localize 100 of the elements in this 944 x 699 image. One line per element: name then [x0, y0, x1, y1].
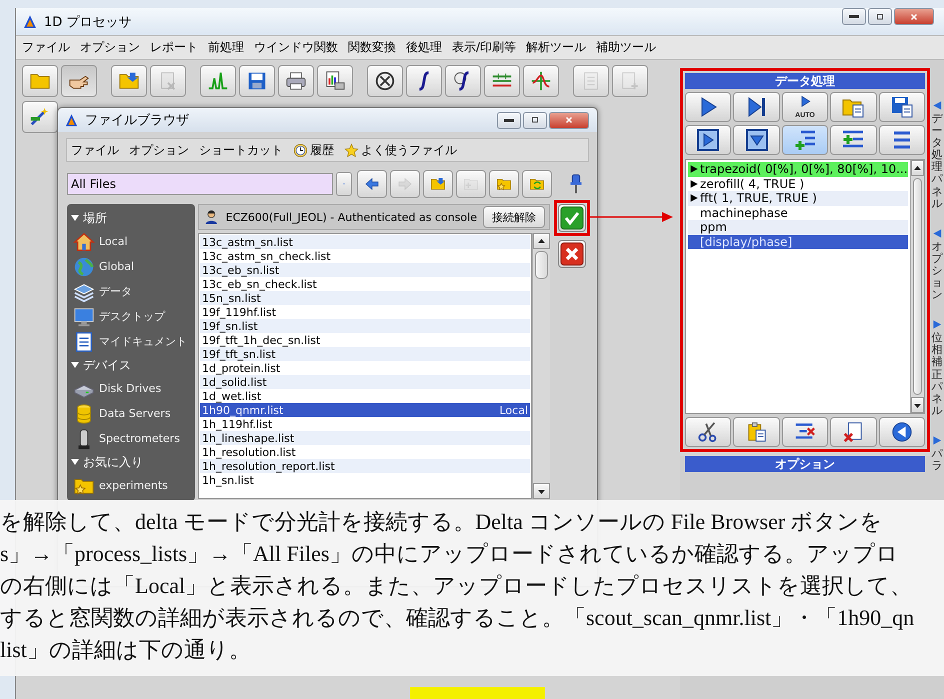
panel-button[interactable] [685, 125, 732, 155]
process-step-row[interactable]: [display/phase] [688, 234, 908, 249]
menu-item[interactable]: ファイル [22, 39, 70, 56]
place-item[interactable]: Disk Drives [99, 382, 162, 395]
panel-toggle-icon[interactable] [932, 100, 942, 111]
expand-triangle-icon[interactable] [71, 215, 79, 221]
dropdown-button[interactable] [336, 172, 352, 196]
scrollbar[interactable] [910, 160, 924, 413]
file-row[interactable]: 1h_sn.list [200, 473, 530, 487]
file-row[interactable]: 1h_lineshape.list [200, 431, 530, 445]
panel-button[interactable] [878, 417, 926, 447]
menu-item[interactable]: 補助ツール [596, 39, 656, 56]
menu-item[interactable]: 表示/印刷等 [452, 39, 516, 56]
file-row[interactable]: 15n_sn.list [200, 291, 530, 305]
panel-button[interactable] [878, 125, 926, 155]
file-row[interactable]: 1d_wet.list [200, 389, 530, 403]
panel-button[interactable] [733, 417, 780, 447]
nav-button[interactable] [522, 170, 552, 198]
file-row[interactable]: 19f_tft_sn.list [200, 347, 530, 361]
minimize-button[interactable] [497, 112, 521, 128]
file-row[interactable]: 19f_119hf.list [200, 305, 530, 319]
file-row[interactable]: 1h_resolution_report.list [200, 459, 530, 473]
scrollbar[interactable] [532, 233, 550, 499]
panel-button[interactable] [733, 92, 780, 122]
place-item[interactable]: Global [99, 260, 134, 273]
place-item[interactable]: Spectrometers [99, 432, 180, 445]
menu-item[interactable]: 履歴 [310, 142, 334, 158]
panel-button[interactable] [685, 92, 732, 122]
nav-button[interactable] [423, 170, 453, 198]
panel-button[interactable] [830, 125, 877, 155]
menu-item[interactable]: レポート [150, 39, 198, 56]
minimize-button[interactable] [842, 8, 866, 25]
expand-triangle-icon[interactable] [71, 459, 79, 465]
process-step-row[interactable]: zerofill( 4, TRUE ) [688, 176, 908, 191]
menu-item[interactable]: ショートカット [199, 142, 283, 158]
play-box-icon [696, 128, 720, 152]
file-row[interactable]: 13c_eb_sn.list [200, 263, 530, 277]
expand-arrow-icon [689, 164, 700, 174]
nav-button[interactable] [357, 170, 387, 198]
menu-item[interactable]: 後処理 [406, 39, 442, 56]
file-row[interactable]: 13c_eb_sn_check.list [200, 277, 530, 291]
path-combo-field[interactable]: All Files [67, 173, 333, 195]
menu-item[interactable]: よく使うファイル [361, 142, 457, 158]
place-item[interactable]: デスクトップ [99, 309, 165, 324]
toolbar-button[interactable] [22, 101, 58, 133]
panel-button[interactable] [830, 417, 877, 447]
maximize-button[interactable] [868, 8, 892, 25]
place-item[interactable]: データ [99, 284, 132, 299]
panel-button[interactable] [685, 417, 732, 447]
toolbar-button[interactable] [367, 65, 403, 97]
side-tab[interactable]: 位相補正パネル [932, 332, 942, 417]
menu-item[interactable]: ファイル [71, 142, 119, 158]
panel-button[interactable] [782, 125, 828, 155]
panel-button[interactable] [733, 125, 780, 155]
file-row[interactable]: 1d_solid.list [200, 375, 530, 389]
menu-item[interactable]: 解析ツール [526, 39, 586, 56]
menu-item[interactable]: ウインドウ関数 [254, 39, 338, 56]
menu-item[interactable]: オプション [80, 39, 140, 56]
file-row[interactable]: 1d_protein.list [200, 361, 530, 375]
panel-button[interactable] [878, 92, 926, 122]
place-item[interactable]: Data Servers [99, 407, 171, 420]
file-row[interactable]: 1h90_qnmr.list Local [200, 403, 530, 417]
scroll-thumb[interactable] [912, 178, 922, 395]
file-row[interactable]: 13c_astm_sn.list [200, 235, 530, 249]
menu-item[interactable]: オプション [129, 142, 189, 158]
panel-button[interactable] [782, 417, 828, 447]
process-step-row[interactable]: fft( 1, TRUE, TRUE ) [688, 191, 908, 206]
file-row[interactable]: 13c_astm_sn_check.list [200, 249, 530, 263]
toolbar-button[interactable] [61, 65, 97, 97]
file-row[interactable]: 19f_sn.list [200, 319, 530, 333]
cancel-button[interactable] [558, 240, 586, 268]
disconnect-button[interactable]: 接続解除 [483, 206, 545, 228]
toolbar-button[interactable] [406, 65, 442, 97]
process-step-row[interactable]: ppm [688, 220, 908, 234]
nav-button[interactable] [489, 170, 519, 198]
toolbar-button[interactable] [445, 65, 481, 97]
panel-button[interactable] [830, 92, 877, 122]
toolbar-button[interactable] [278, 65, 314, 97]
file-name: 15n_sn.list [202, 292, 261, 304]
file-row[interactable]: 1h_119hf.list [200, 417, 530, 431]
cancel-icon [560, 242, 584, 266]
close-button[interactable] [549, 112, 589, 128]
place-item[interactable]: マイドキュメント [99, 334, 187, 349]
save-document-icon [890, 95, 914, 119]
side-tab[interactable]: データ処理パネル [932, 113, 942, 210]
file-row[interactable]: 1h_resolution.list [200, 445, 530, 459]
process-step-row[interactable]: machinephase [688, 206, 908, 220]
toolbar-button[interactable] [317, 65, 353, 97]
place-item[interactable]: Local [99, 235, 128, 248]
expand-triangle-icon[interactable] [71, 362, 79, 368]
place-item[interactable]: experiments [99, 479, 168, 492]
close-button[interactable] [894, 8, 934, 25]
maximize-button[interactable] [523, 112, 547, 128]
side-tab[interactable]: オプション [932, 240, 942, 302]
side-tab[interactable]: パラ [932, 448, 942, 472]
menu-item[interactable]: 前処理 [208, 39, 244, 56]
toolbar-button[interactable] [239, 65, 275, 97]
scroll-thumb[interactable] [535, 251, 548, 279]
file-row[interactable]: 19f_tft_1h_dec_sn.list [200, 333, 530, 347]
menu-item[interactable]: 関数変換 [348, 39, 396, 56]
